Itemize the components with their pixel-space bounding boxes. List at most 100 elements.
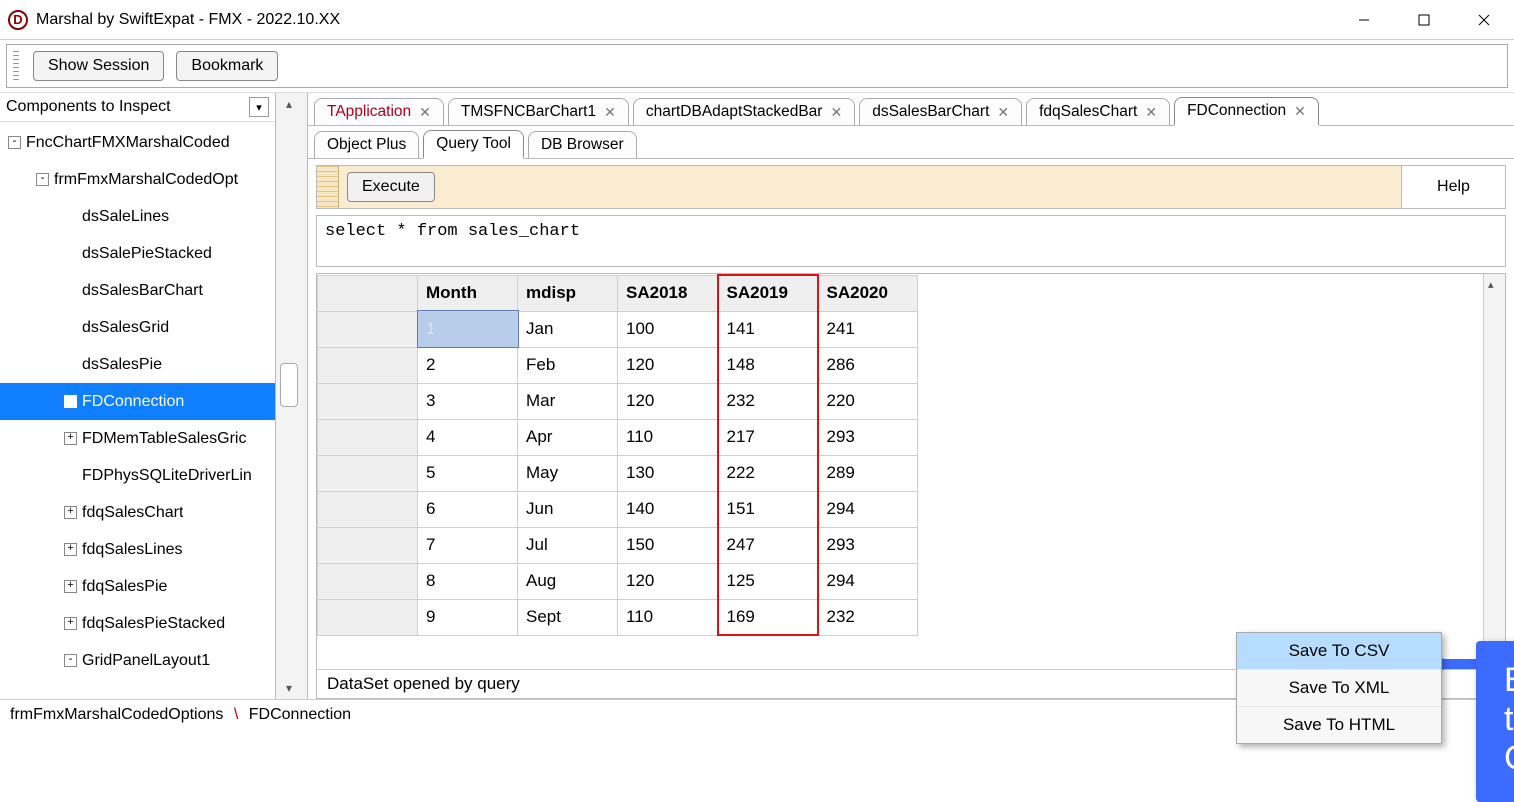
minimize-button[interactable] xyxy=(1334,0,1394,40)
breadcrumb-item[interactable]: FDConnection xyxy=(249,706,351,723)
tree-item[interactable]: dsSalesGrid xyxy=(0,309,275,346)
close-icon[interactable]: ✕ xyxy=(1145,104,1157,121)
cell[interactable]: 294 xyxy=(818,491,918,527)
tree-item[interactable]: FDPhysSQLiteDriverLin xyxy=(0,457,275,494)
row-header[interactable] xyxy=(318,491,418,527)
close-icon[interactable]: ✕ xyxy=(604,104,616,121)
cell[interactable]: 293 xyxy=(818,527,918,563)
cell[interactable]: 4 xyxy=(418,419,518,455)
table-row[interactable]: 2Feb120148286 xyxy=(318,347,918,383)
cell[interactable]: 293 xyxy=(818,419,918,455)
row-header[interactable] xyxy=(318,455,418,491)
collapse-icon[interactable]: - xyxy=(64,654,77,667)
row-header[interactable] xyxy=(318,311,418,347)
cell[interactable]: 5 xyxy=(418,455,518,491)
cell[interactable]: Sept xyxy=(518,599,618,635)
splitter-gutter[interactable]: ▴ ▾ xyxy=(276,93,308,699)
row-header[interactable] xyxy=(318,347,418,383)
tree-item[interactable]: -GridPanelLayout1 xyxy=(0,642,275,679)
help-button[interactable]: Help xyxy=(1423,173,1484,201)
row-header[interactable] xyxy=(318,599,418,635)
table-row[interactable]: 7Jul150247293 xyxy=(318,527,918,563)
expand-icon[interactable]: + xyxy=(64,432,77,445)
cell[interactable]: Jun xyxy=(518,491,618,527)
tree-item[interactable]: dsSalesBarChart xyxy=(0,272,275,309)
scroll-thumb[interactable] xyxy=(280,363,298,407)
cell[interactable]: 125 xyxy=(718,563,818,599)
scroll-up-icon[interactable]: ▴ xyxy=(1488,278,1494,291)
menu-item[interactable]: Save To XML xyxy=(1237,670,1441,707)
expand-icon[interactable]: + xyxy=(64,543,77,556)
column-header[interactable]: SA2019 xyxy=(718,275,818,311)
table-row[interactable]: 3Mar120232220 xyxy=(318,383,918,419)
cell[interactable]: 294 xyxy=(818,563,918,599)
cell[interactable]: 110 xyxy=(618,419,718,455)
collapse-icon[interactable]: - xyxy=(36,173,49,186)
cell[interactable]: 2 xyxy=(418,347,518,383)
table-row[interactable]: 9Sept110169232 xyxy=(318,599,918,635)
row-header[interactable] xyxy=(318,563,418,599)
cell[interactable]: 217 xyxy=(718,419,818,455)
cell[interactable]: 148 xyxy=(718,347,818,383)
cell[interactable]: 169 xyxy=(718,599,818,635)
column-header[interactable]: SA2020 xyxy=(818,275,918,311)
cell[interactable]: Mar xyxy=(518,383,618,419)
cell[interactable]: 9 xyxy=(418,599,518,635)
cell[interactable]: 241 xyxy=(818,311,918,347)
cell[interactable]: Apr xyxy=(518,419,618,455)
object-tab[interactable]: FDConnection✕ xyxy=(1174,97,1319,126)
expand-icon[interactable]: + xyxy=(64,617,77,630)
tree-item[interactable]: +fdqSalesPieStacked xyxy=(0,605,275,642)
menu-item[interactable]: Save To HTML xyxy=(1237,707,1441,743)
execute-button[interactable]: Execute xyxy=(347,172,435,202)
cell[interactable]: 232 xyxy=(718,383,818,419)
sidebar-dropdown-button[interactable]: ▾ xyxy=(249,97,269,117)
column-header[interactable]: SA2018 xyxy=(618,275,718,311)
cell[interactable]: 120 xyxy=(618,347,718,383)
show-session-button[interactable]: Show Session xyxy=(33,51,164,81)
column-header[interactable]: Month xyxy=(418,275,518,311)
cell[interactable]: 110 xyxy=(618,599,718,635)
cell[interactable]: 222 xyxy=(718,455,818,491)
maximize-button[interactable] xyxy=(1394,0,1454,40)
view-tab[interactable]: DB Browser xyxy=(528,131,637,158)
cell[interactable]: 120 xyxy=(618,563,718,599)
cell[interactable]: 120 xyxy=(618,383,718,419)
tree-item[interactable]: FDConnection xyxy=(0,383,275,420)
close-icon[interactable]: ✕ xyxy=(419,104,431,121)
breadcrumb-item[interactable]: frmFmxMarshalCodedOptions xyxy=(10,706,223,723)
expand-icon[interactable]: + xyxy=(64,580,77,593)
cell[interactable]: 8 xyxy=(418,563,518,599)
cell[interactable]: 1 xyxy=(418,311,518,347)
cell[interactable]: 150 xyxy=(618,527,718,563)
collapse-icon[interactable]: - xyxy=(8,136,21,149)
close-button[interactable] xyxy=(1454,0,1514,40)
scroll-down-icon[interactable]: ▾ xyxy=(282,681,296,695)
cell[interactable]: 286 xyxy=(818,347,918,383)
tree-item[interactable]: dsSalePieStacked xyxy=(0,235,275,272)
table-row[interactable]: 1Jan100141241 xyxy=(318,311,918,347)
tree-item[interactable]: -FncChartFMXMarshalCoded xyxy=(0,124,275,161)
cell[interactable]: 130 xyxy=(618,455,718,491)
close-icon[interactable]: ✕ xyxy=(1294,103,1306,120)
sql-editor[interactable]: select * from sales_chart xyxy=(316,215,1506,267)
column-header[interactable]: mdisp xyxy=(518,275,618,311)
cell[interactable]: 247 xyxy=(718,527,818,563)
cell[interactable]: 220 xyxy=(818,383,918,419)
object-tab[interactable]: TMSFNCBarChart1✕ xyxy=(448,98,629,125)
object-tab[interactable]: fdqSalesChart✕ xyxy=(1026,98,1170,125)
cell[interactable]: Feb xyxy=(518,347,618,383)
cell[interactable]: 100 xyxy=(618,311,718,347)
cell[interactable]: Aug xyxy=(518,563,618,599)
cell[interactable]: 6 xyxy=(418,491,518,527)
tree-item[interactable]: dsSalesPie xyxy=(0,346,275,383)
view-tab[interactable]: Query Tool xyxy=(423,130,524,159)
bookmark-button[interactable]: Bookmark xyxy=(176,51,278,81)
menu-item[interactable]: Save To CSV xyxy=(1237,633,1441,670)
scroll-up-icon[interactable]: ▴ xyxy=(282,97,296,111)
table-row[interactable]: 6Jun140151294 xyxy=(318,491,918,527)
tree-item[interactable]: +fdqSalesChart xyxy=(0,494,275,531)
object-tab[interactable]: chartDBAdaptStackedBar✕ xyxy=(633,98,855,125)
view-tab[interactable]: Object Plus xyxy=(314,131,419,158)
grid-scrollbar[interactable]: ▴ ▾ xyxy=(1483,274,1505,668)
